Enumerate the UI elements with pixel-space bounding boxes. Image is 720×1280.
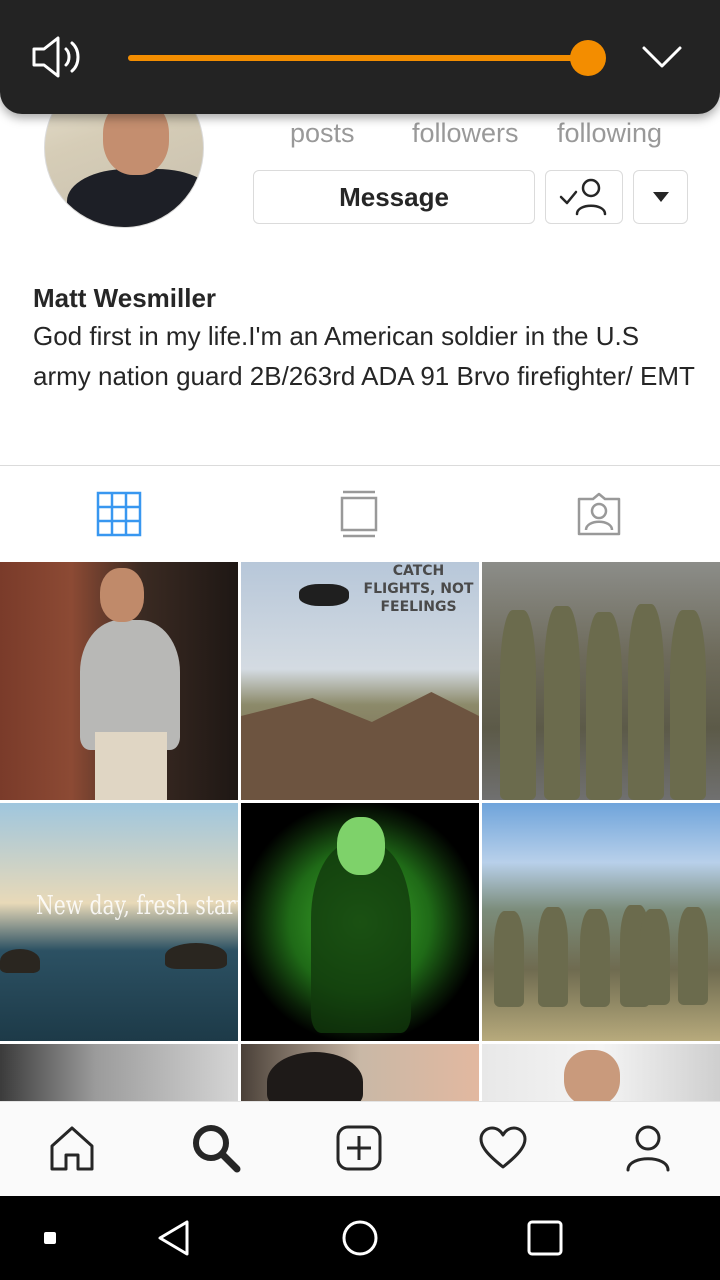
photo-soldier (580, 909, 610, 1007)
post-thumbnail[interactable]: CATCH FLIGHTS, NOT FEELINGS (241, 562, 479, 800)
chevron-down-icon (642, 46, 682, 68)
photo-grid: CATCH FLIGHTS, NOT FEELINGS New day, fre… (0, 562, 720, 1102)
photo-ridge (241, 692, 479, 800)
post-thumbnail[interactable] (0, 562, 238, 800)
photo-soldier (586, 612, 622, 800)
volume-mute-toggle[interactable] (30, 34, 86, 80)
tab-grid[interactable] (93, 488, 145, 540)
more-options-button[interactable] (633, 170, 688, 224)
avatar-shirt (67, 169, 203, 227)
post-thumbnail[interactable] (241, 1044, 479, 1102)
posts-label[interactable]: posts (290, 118, 355, 149)
post-thumbnail[interactable]: New day, fresh start (0, 803, 238, 1041)
tab-feed[interactable] (333, 488, 385, 540)
post-thumbnail[interactable] (482, 562, 720, 800)
recents-square-icon (527, 1220, 563, 1256)
nav-add-post[interactable] (333, 1122, 385, 1174)
nav-home[interactable] (46, 1122, 98, 1174)
back-triangle-icon (158, 1220, 189, 1256)
photo-soldier (538, 907, 568, 1007)
volume-expand-button[interactable] (640, 36, 684, 76)
grid-icon (96, 491, 142, 537)
home-icon (50, 1126, 94, 1171)
search-icon (193, 1125, 241, 1173)
post-thumbnail[interactable] (0, 1044, 238, 1102)
photo-soldier (628, 604, 664, 800)
post-overlay-text: CATCH FLIGHTS, NOT FEELINGS (363, 563, 474, 615)
volume-slider-fill (128, 55, 588, 61)
post-thumbnail[interactable] (241, 803, 479, 1041)
heart-icon (479, 1126, 527, 1169)
followers-label[interactable]: followers (412, 118, 519, 149)
post-thumbnail[interactable] (482, 803, 720, 1041)
profile-icon (626, 1125, 670, 1172)
message-button[interactable]: Message (253, 170, 535, 224)
bottom-navigation (0, 1101, 720, 1196)
photo-dog (267, 1052, 363, 1102)
tagged-icon (577, 492, 621, 536)
feed-icon (340, 490, 378, 538)
home-circle-icon (342, 1220, 378, 1256)
photo-soldier-head (337, 817, 385, 875)
android-back-button[interactable] (152, 1216, 196, 1260)
volume-slider[interactable] (128, 40, 606, 76)
photo-soldier (500, 610, 536, 800)
photo-soldier (544, 606, 580, 800)
photo-helicopter (299, 584, 349, 606)
post-thumbnail[interactable] (482, 1044, 720, 1102)
photo-soldier (678, 907, 708, 1005)
photo-person (80, 620, 180, 750)
photo-soldier (670, 610, 706, 800)
speaker-icon (32, 36, 80, 78)
android-navigation-bar (0, 1196, 720, 1280)
nav-search[interactable] (190, 1122, 242, 1174)
following-button[interactable] (545, 170, 623, 224)
volume-panel (0, 0, 720, 114)
photo-soldier (494, 911, 524, 1007)
profile-tabs (0, 465, 720, 561)
small-square-icon (44, 1232, 56, 1244)
person-check-icon (559, 178, 607, 216)
photo-soldier (640, 909, 670, 1005)
android-recents-button[interactable] (523, 1216, 567, 1260)
profile-bio: God first in my life.I'm an American sol… (33, 321, 695, 391)
android-menu-button[interactable] (38, 1216, 62, 1260)
profile-name: Matt Wesmiller (33, 283, 217, 313)
volume-slider-thumb[interactable] (570, 40, 606, 76)
add-post-icon (336, 1125, 382, 1171)
following-label[interactable]: following (557, 118, 662, 149)
nav-activity[interactable] (477, 1122, 529, 1174)
tab-tagged[interactable] (573, 488, 625, 540)
post-overlay-text: New day, fresh start (36, 891, 238, 921)
photo-rock (165, 943, 227, 969)
android-home-button[interactable] (338, 1216, 382, 1260)
caret-down-icon (652, 192, 669, 202)
photo-person-legs (95, 732, 167, 800)
photo-face (564, 1050, 620, 1102)
nav-profile[interactable] (622, 1122, 674, 1174)
photo-rock (0, 949, 40, 973)
photo-person-head (100, 568, 144, 622)
